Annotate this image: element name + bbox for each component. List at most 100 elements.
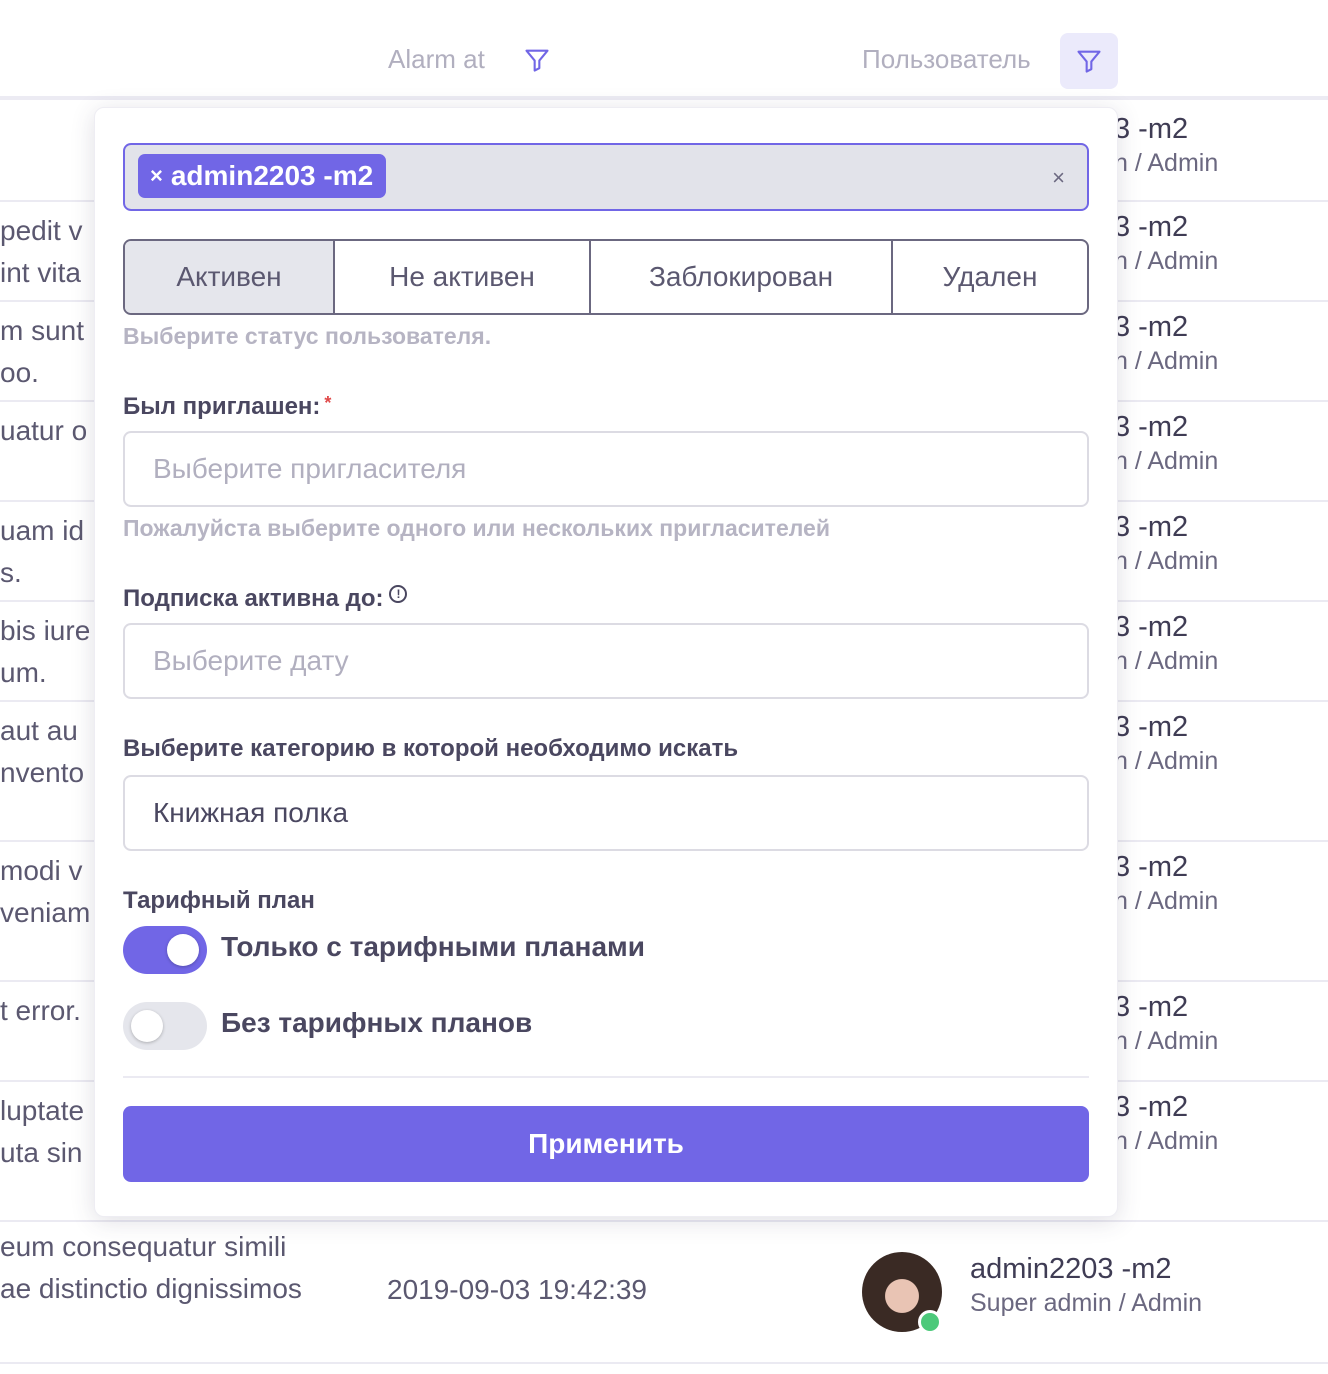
user-role: Super admin / Admin: [970, 1289, 1203, 1317]
status-option-active[interactable]: Активен: [125, 241, 335, 313]
description-line: s.: [0, 557, 22, 588]
row-description: aut au nvento: [0, 710, 84, 794]
user-name: 3 -m2: [1114, 311, 1189, 343]
divider: [123, 1076, 1089, 1078]
user-role: n / Admin: [1114, 247, 1219, 275]
toggle-knob: [167, 934, 199, 966]
column-header-label: Alarm at: [388, 44, 485, 74]
status-hint: Выберите статус пользователя.: [123, 323, 492, 349]
row-user: 3 -m2 n / Admin: [1114, 410, 1218, 478]
user-name: 3 -m2: [1114, 411, 1189, 443]
description-line: ae distinctio dignissimos: [0, 1273, 302, 1304]
description-line: modi v: [0, 855, 83, 886]
user-role: n / Admin: [1114, 747, 1219, 775]
user-name: admin2203 -m2: [970, 1253, 1172, 1285]
column-header-alarm-at[interactable]: Alarm at: [388, 44, 485, 75]
description-line: bis iure: [0, 615, 91, 646]
with-plans-toggle[interactable]: [123, 926, 207, 974]
user-role: n / Admin: [1114, 887, 1219, 915]
inviter-placeholder: Выберите пригласителя: [153, 453, 467, 484]
user-name: 3 -m2: [1114, 851, 1189, 883]
description-line: uam id: [0, 515, 85, 546]
apply-button[interactable]: Применить: [123, 1106, 1089, 1182]
column-header-label: Пользователь: [862, 44, 1031, 74]
user-role: n / Admin: [1114, 1027, 1219, 1055]
toggle-knob: [131, 1010, 163, 1042]
user-name: 3 -m2: [1114, 511, 1189, 543]
user-role: n / Admin: [1114, 647, 1219, 675]
without-plans-toggle[interactable]: [123, 1002, 207, 1050]
inviter-select[interactable]: Выберите пригласителя: [123, 431, 1089, 507]
description-line: aut au: [0, 715, 78, 746]
funnel-icon: [1077, 50, 1101, 73]
funnel-icon: [525, 49, 549, 72]
subscription-label-text: Подписка активна до:: [123, 585, 384, 612]
subscription-label: Подписка активна до:!: [123, 585, 408, 613]
plan-label: Тарифный план: [123, 887, 315, 914]
user-role: n / Admin: [1114, 447, 1219, 475]
user-filter-button[interactable]: [1060, 33, 1118, 89]
description-line: int vita: [0, 257, 81, 288]
description-line: luptate: [0, 1095, 85, 1126]
description-line: uatur o: [0, 415, 88, 446]
row-user: 3 -m2 n / Admin: [1114, 112, 1218, 180]
online-status-icon: [918, 1310, 942, 1334]
user-role: n / Admin: [1114, 1127, 1219, 1155]
row-user: 3 -m2 n / Admin: [1114, 310, 1218, 378]
table-row[interactable]: eum consequatur simili ae distinctio dign…: [0, 1222, 1328, 1364]
user-name: 3 -m2: [1114, 711, 1189, 743]
user-name: 3 -m2: [1114, 1091, 1189, 1123]
row-description: m sunt oo.: [0, 310, 84, 394]
row-user: 3 -m2 n / Admin: [1114, 990, 1218, 1058]
description-line: eum consequatur simili: [0, 1231, 287, 1262]
with-plans-label: Только с тарифными планами: [221, 931, 645, 962]
required-mark: *: [324, 393, 332, 413]
invited-label-text: Был приглашен:: [123, 393, 321, 420]
status-option-inactive[interactable]: Не активен: [335, 241, 591, 313]
row-description: modi v veniam: [0, 850, 90, 934]
alarm-date: 2019-09-03 19:42:39: [387, 1274, 647, 1305]
description-line: um.: [0, 657, 47, 688]
user-tag-select[interactable]: × admin2203 -m2 ×: [123, 143, 1089, 211]
category-label: Выберите категорию в которой необходимо …: [123, 735, 739, 762]
row-description: pedit v int vita: [0, 210, 83, 294]
row-description: uam id s.: [0, 510, 84, 594]
selected-user-tag: × admin2203 -m2: [138, 154, 387, 198]
clear-selection-icon[interactable]: ×: [1052, 165, 1065, 191]
row-user: 3 -m2 n / Admin: [1114, 850, 1218, 918]
alarm-filter-button[interactable]: [508, 32, 566, 88]
category-select[interactable]: Книжная полка: [123, 775, 1089, 851]
column-header-user[interactable]: Пользователь: [862, 44, 1031, 75]
invited-label: Был приглашен: *: [123, 393, 331, 421]
user-name: 3 -m2: [1114, 113, 1189, 145]
row-user: 3 -m2 n / Admin: [1114, 210, 1218, 278]
description-line: pedit v: [0, 215, 83, 246]
row-description: luptate uta sin: [0, 1090, 84, 1174]
description-line: uta sin: [0, 1137, 83, 1168]
status-option-blocked[interactable]: Заблокирован: [591, 241, 893, 313]
inviter-hint: Пожалуйста выберите одного или нескольки…: [123, 515, 830, 541]
row-description: bis iure um.: [0, 610, 90, 694]
row-user: admin2203 -m2 Super admin / Admin: [970, 1252, 1202, 1320]
row-description: t error.: [0, 990, 81, 1032]
user-name: 3 -m2: [1114, 211, 1189, 243]
date-placeholder: Выберите дату: [153, 645, 349, 676]
status-option-deleted[interactable]: Удален: [893, 241, 1087, 313]
user-name: 3 -m2: [1114, 611, 1189, 643]
row-user: 3 -m2 n / Admin: [1114, 710, 1218, 778]
info-icon[interactable]: !: [389, 585, 408, 603]
tag-remove-icon[interactable]: ×: [150, 163, 163, 189]
user-role: n / Admin: [1114, 149, 1219, 177]
user-filter-popover: × admin2203 -m2 × Активен Не активен Заб…: [94, 107, 1118, 1217]
tag-label: admin2203 -m2: [170, 160, 374, 191]
row-user: 3 -m2 n / Admin: [1114, 1090, 1218, 1158]
row-user: 3 -m2 n / Admin: [1114, 610, 1218, 678]
status-segmented-control: Активен Не активен Заблокирован Удален: [123, 239, 1089, 315]
category-value: Книжная полка: [153, 797, 349, 828]
user-name: 3 -m2: [1114, 991, 1189, 1023]
subscription-date-picker[interactable]: Выберите дату: [123, 623, 1089, 699]
description-line: nvento: [0, 757, 85, 788]
table-header: Alarm at Пользователь: [0, 0, 1328, 100]
row-description: uatur o: [0, 410, 87, 452]
user-role: n / Admin: [1114, 347, 1219, 375]
